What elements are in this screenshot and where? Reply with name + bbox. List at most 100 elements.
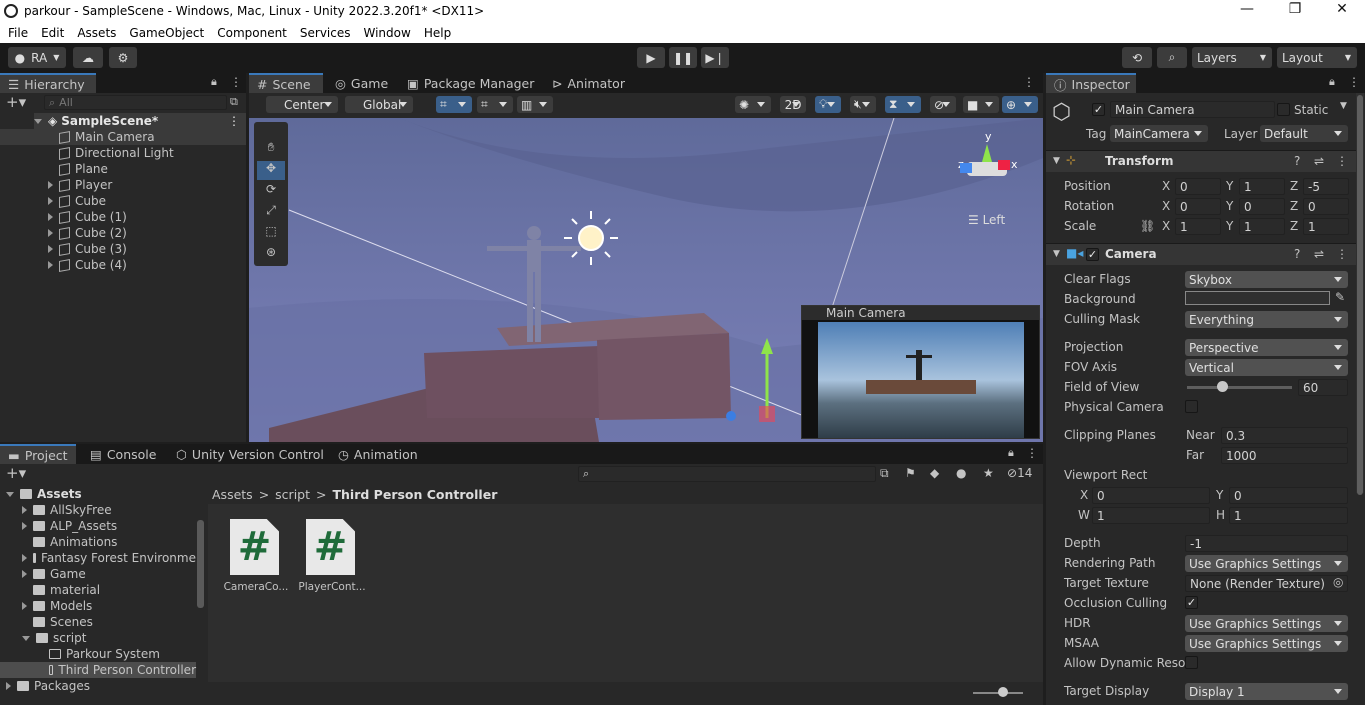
collab-button[interactable]: ⚙ <box>109 47 137 68</box>
component-menu-icon[interactable]: ⋮ <box>1336 154 1348 168</box>
depth-input[interactable]: -1 <box>1185 535 1348 552</box>
far-clip-input[interactable]: 1000 <box>1221 447 1348 464</box>
tab-animation[interactable]: ◷ Animation <box>330 444 426 464</box>
lock-icon[interactable]: 🔒︎ <box>1329 75 1335 89</box>
dynamic-resolution-checkbox[interactable] <box>1185 656 1198 669</box>
expand-arrow-icon[interactable] <box>22 554 27 562</box>
project-folder-item[interactable]: script <box>0 630 196 646</box>
step-button[interactable]: ▶❘ <box>701 47 729 68</box>
static-dropdown-icon[interactable]: ▼ <box>1340 101 1347 111</box>
scale-tool-icon[interactable]: ⤢ <box>257 203 285 222</box>
camera-header[interactable]: ▼ ■◂ ✓ Camera ? ⇌ ⋮ <box>1046 243 1356 265</box>
hidden-count[interactable]: ⊘14 <box>1007 466 1032 480</box>
visibility-toggle[interactable]: ⊘ <box>930 96 956 113</box>
tab-inspector[interactable]: ⓘ Inspector <box>1046 73 1136 93</box>
move-tool-icon[interactable]: ✥ <box>257 161 285 180</box>
projection-dropdown[interactable]: Perspective <box>1185 339 1348 356</box>
object-picker-icon[interactable]: ◎ <box>1333 575 1343 589</box>
fov-axis-dropdown[interactable]: Vertical <box>1185 359 1348 376</box>
scene-visibility-icon[interactable]: ⧉ <box>230 95 238 109</box>
component-menu-icon[interactable]: ⋮ <box>1336 247 1348 261</box>
snap-increment-button[interactable]: ⌗ <box>477 96 513 113</box>
static-checkbox[interactable] <box>1277 103 1290 116</box>
rotation-y-input[interactable]: 0 <box>1239 198 1285 215</box>
preset-icon[interactable]: ⇌ <box>1314 154 1324 168</box>
help-icon[interactable]: ? <box>1294 247 1300 261</box>
space-dropdown[interactable]: Global <box>345 96 413 113</box>
hierarchy-item[interactable]: Main Camera <box>0 129 246 145</box>
layers-dropdown[interactable]: Layers ▼ <box>1192 47 1272 68</box>
fov-slider-thumb[interactable] <box>1216 381 1228 392</box>
near-clip-input[interactable]: 0.3 <box>1221 427 1348 444</box>
scale-x-input[interactable]: 1 <box>1175 218 1221 235</box>
project-search-input[interactable]: ⌕ <box>578 466 876 482</box>
tab-hierarchy[interactable]: ☰ Hierarchy <box>0 73 96 93</box>
project-folder-item[interactable]: Fantasy Forest Environme <box>0 550 196 566</box>
tree-scrollbar[interactable] <box>197 520 204 608</box>
breadcrumb-item[interactable]: Third Person Controller <box>333 487 498 502</box>
expand-arrow-icon[interactable] <box>48 229 53 237</box>
occlusion-culling-checkbox[interactable]: ✓ <box>1185 596 1198 609</box>
expand-arrow-icon[interactable] <box>22 602 27 610</box>
filter-type-icon[interactable]: ⧉ <box>880 466 889 481</box>
rect-tool-icon[interactable]: ⬚ <box>257 224 285 243</box>
tab-animator[interactable]: ⊳ Animator <box>544 73 633 93</box>
scene-root-item[interactable]: ◈ SampleScene* ⋮ <box>34 113 246 129</box>
scale-y-input[interactable]: 1 <box>1239 218 1285 235</box>
object-name-input[interactable]: Main Camera <box>1110 101 1275 118</box>
project-folder-item[interactable]: Packages <box>0 678 196 694</box>
pause-button[interactable]: ❚❚ <box>669 47 697 68</box>
effects-dropdown[interactable]: ✺ <box>735 96 771 113</box>
eyedropper-icon[interactable]: ✎ <box>1335 290 1345 304</box>
tab-console[interactable]: ▤ Console <box>82 444 164 464</box>
inspector-scrollbar-thumb[interactable] <box>1357 95 1363 495</box>
menu-edit[interactable]: Edit <box>41 26 64 40</box>
rotation-z-input[interactable]: 0 <box>1303 198 1349 215</box>
project-folder-item[interactable]: AllSkyFree <box>0 502 196 518</box>
position-z-input[interactable]: -5 <box>1303 178 1349 195</box>
preset-icon[interactable]: ⇌ <box>1314 247 1324 261</box>
fov-input[interactable]: 60 <box>1298 379 1348 396</box>
history-button[interactable]: ⟲ <box>1122 47 1152 68</box>
cloud-button[interactable]: ☁ <box>73 47 103 68</box>
scene-viewport[interactable]: ✋︎ ✥ ⟳ ⤢ ⬚ ⊛ y z x ☰ Left Main Camera <box>249 118 1043 442</box>
script-file-player[interactable]: # PlayerCont... <box>298 519 366 599</box>
clear-flags-dropdown[interactable]: Skybox <box>1185 271 1348 288</box>
expand-arrow-icon[interactable] <box>22 570 27 578</box>
project-folder-item[interactable]: material <box>0 582 196 598</box>
rendering-path-dropdown[interactable]: Use Graphics Settings <box>1185 555 1348 572</box>
expand-arrow-icon[interactable] <box>48 197 53 205</box>
filter-label-icon[interactable]: ⚑ <box>905 466 916 480</box>
expand-arrow-icon[interactable] <box>22 635 30 641</box>
project-folder-item[interactable]: Animations <box>0 534 196 550</box>
project-folder-item[interactable]: ALP_Assets <box>0 518 196 534</box>
hierarchy-item[interactable]: Directional Light <box>48 145 246 161</box>
expand-arrow-icon[interactable] <box>48 181 53 189</box>
add-icon[interactable]: +▾ <box>6 93 26 111</box>
menu-window[interactable]: Window <box>364 26 411 40</box>
breadcrumb-item[interactable]: script <box>275 487 310 502</box>
hierarchy-item[interactable]: Cube (3) <box>48 241 246 257</box>
expand-arrow-icon[interactable] <box>48 213 53 221</box>
hierarchy-item[interactable]: Cube (2) <box>48 225 246 241</box>
viewport-h-input[interactable]: 1 <box>1229 507 1348 524</box>
culling-mask-dropdown[interactable]: Everything <box>1185 311 1348 328</box>
close-button[interactable]: ✕ <box>1327 1 1357 17</box>
expand-arrow-icon[interactable] <box>48 245 53 253</box>
target-texture-field[interactable]: None (Render Texture) <box>1185 575 1348 592</box>
camera-enabled-checkbox[interactable]: ✓ <box>1086 248 1099 261</box>
2d-toggle[interactable]: 2D <box>780 96 806 113</box>
background-color-field[interactable] <box>1185 291 1330 305</box>
star-icon[interactable]: ★ <box>983 466 994 480</box>
expand-arrow-icon[interactable] <box>22 522 27 530</box>
play-button[interactable]: ▶ <box>637 47 665 68</box>
constrain-proportions-icon[interactable]: ⛓ <box>1140 219 1155 233</box>
tab-version-control[interactable]: ⬡ Unity Version Control <box>168 444 332 464</box>
create-icon[interactable]: +▾ <box>6 464 26 482</box>
lock-icon[interactable]: 🔒︎ <box>1008 446 1014 460</box>
scene-menu-icon[interactable]: ⋮ <box>228 114 240 128</box>
lighting-toggle[interactable]: 💡︎ <box>815 96 841 113</box>
more-menu-icon[interactable]: ⋮ <box>1026 446 1038 460</box>
project-folder-item[interactable]: Game <box>0 566 196 582</box>
transform-tool-icon[interactable]: ⊛ <box>257 245 285 264</box>
